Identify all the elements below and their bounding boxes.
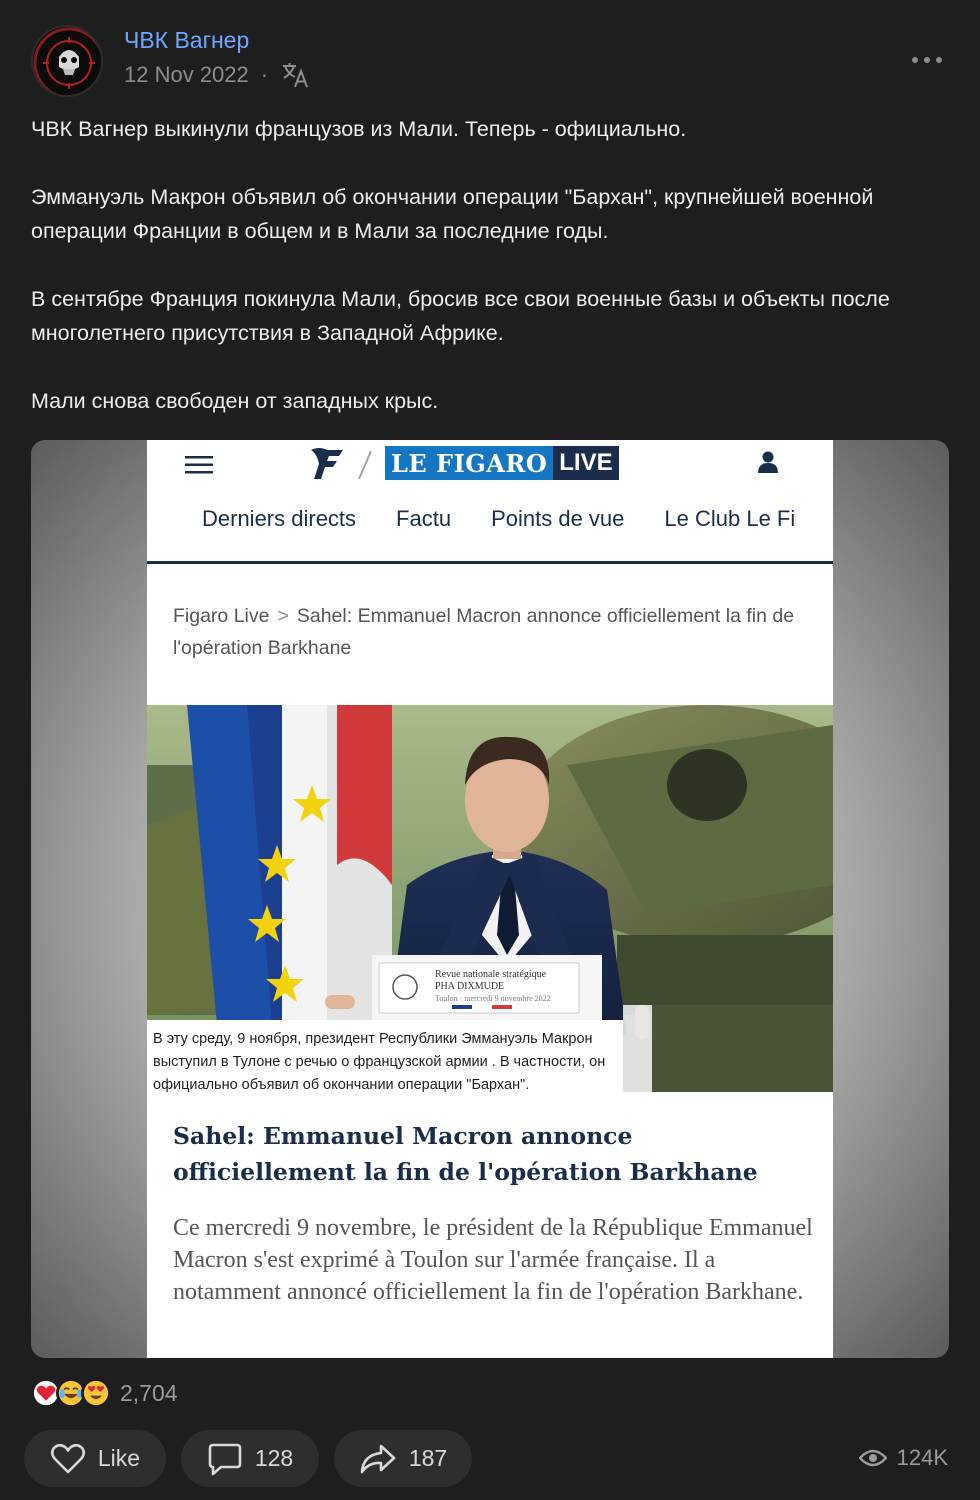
heart-eyes-emoji-icon xyxy=(81,1378,111,1408)
figaro-header: LE FIGARO LIVE Derniers directs Factu Po… xyxy=(147,440,833,564)
share-button[interactable]: 187 xyxy=(334,1430,472,1487)
more-options-icon[interactable] xyxy=(911,50,943,70)
figaro-article-screenshot: LE FIGARO LIVE Derniers directs Factu Po… xyxy=(147,440,833,1358)
photo-caption: В эту среду, 9 ноября, президент Республ… xyxy=(153,1031,606,1093)
reactions-summary[interactable]: 2,704 xyxy=(31,1378,178,1408)
breadcrumb-separator: > xyxy=(277,605,289,627)
nav-item: Le Club Le Fi xyxy=(664,506,796,531)
like-label: Like xyxy=(97,1445,141,1471)
breadcrumb-root: Figaro Live xyxy=(173,605,270,627)
slash-divider-icon xyxy=(358,450,372,480)
article-headline: Sahel: Emmanuel Macron annonce officiell… xyxy=(173,1122,758,1186)
heart-outline-icon xyxy=(50,1443,85,1473)
figaro-nav: Derniers directs Factu Points de vue Le … xyxy=(202,506,833,532)
shares-count: 187 xyxy=(408,1445,448,1471)
post-paragraph: ЧВК Вагнер выкинули французов из Мали. Т… xyxy=(31,117,687,141)
user-account-icon xyxy=(758,451,778,473)
like-button[interactable]: Like xyxy=(24,1430,166,1487)
figaro-live-logo: LE FIGARO LIVE xyxy=(385,446,619,480)
post-body: ЧВК Вагнер выкинули французов из Мали. Т… xyxy=(31,112,951,452)
eye-icon xyxy=(858,1449,887,1467)
live-logo-text: LIVE xyxy=(553,446,619,480)
post-date: 12 Nov 2022 xyxy=(124,62,249,87)
reaction-count: 2,704 xyxy=(120,1379,178,1406)
figaro-f-logo-icon xyxy=(311,448,343,479)
post-paragraph: Мали снова свободен от западных крыс. xyxy=(31,389,439,413)
comment-bubble-icon xyxy=(208,1443,242,1475)
podium-text: Toulon · mercredi 9 novembre 2022 xyxy=(435,994,551,1003)
post-meta: 12 Nov 2022 · xyxy=(124,60,310,90)
nav-item: Points de vue xyxy=(491,506,625,531)
post-paragraph: В сентябре Франция покинула Мали, бросив… xyxy=(31,287,890,345)
nav-item: Derniers directs xyxy=(202,506,357,531)
article-breadcrumb: Figaro Live > Sahel: Emmanuel Macron annon… xyxy=(173,600,803,664)
wagner-logo-icon xyxy=(33,27,101,95)
podium-text: PHA DIXMUDE xyxy=(435,981,504,992)
hamburger-menu-icon xyxy=(185,456,213,474)
nav-item: Factu xyxy=(396,506,452,531)
comments-button[interactable]: 128 xyxy=(181,1430,319,1487)
views-counter: 124K xyxy=(858,1445,948,1471)
translate-icon[interactable] xyxy=(280,60,310,90)
meta-separator: · xyxy=(260,62,269,87)
figaro-logo-text: LE FIGARO xyxy=(385,446,554,480)
post-image[interactable]: LE FIGARO LIVE Derniers directs Factu Po… xyxy=(31,440,949,1358)
podium-text: Revue nationale stratégique xyxy=(435,969,547,980)
article-lede: Ce mercredi 9 novembre, le président de … xyxy=(173,1215,813,1305)
channel-avatar[interactable] xyxy=(31,25,103,97)
views-count: 124K xyxy=(896,1445,948,1470)
post-paragraph: Эммануэль Макрон объявил об окончании оп… xyxy=(31,185,874,243)
share-arrow-icon xyxy=(360,1444,396,1473)
channel-name[interactable]: ЧВК Вагнер xyxy=(124,27,249,54)
comments-count: 128 xyxy=(254,1445,294,1471)
